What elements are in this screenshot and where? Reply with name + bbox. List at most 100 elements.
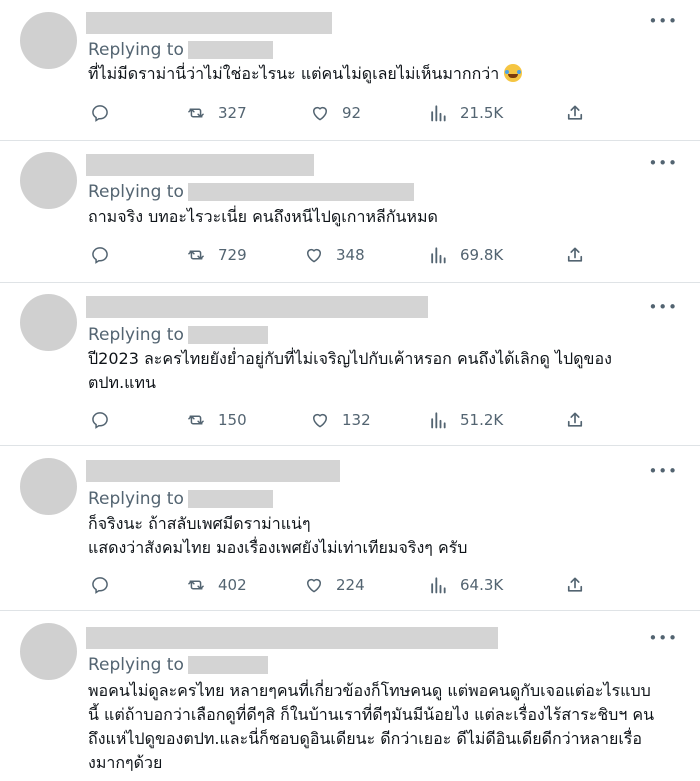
heart-icon (307, 248, 321, 263)
retweet-count: 150 (218, 411, 247, 429)
reply-tweet[interactable]: ••• Replying to พอคนไม่ดูละครไทย หลายๆคน… (0, 611, 700, 781)
share-button[interactable] (565, 103, 585, 123)
reply-icon (92, 105, 108, 122)
retweet-count: 327 (218, 104, 247, 122)
tweet-text-line: พอคนไม่ดูละครไทย หลายๆคนที่เกี่ยวข้องก็โ… (88, 681, 651, 700)
retweet-button[interactable]: 729 (186, 245, 247, 265)
tweet-text-line: ถามจริง บทอะไรวะเนี่ย คนถึงหนีไปดูเกาหลี… (88, 207, 438, 226)
like-count: 348 (336, 246, 365, 264)
like-button[interactable]: 224 (304, 575, 365, 595)
more-options-icon[interactable]: ••• (648, 300, 678, 315)
reply-button[interactable] (90, 575, 122, 595)
share-button[interactable] (565, 245, 585, 265)
like-count: 132 (342, 411, 371, 429)
views-button[interactable]: 51.2K (428, 410, 503, 430)
retweet-count: 402 (218, 576, 247, 594)
view-count: 51.2K (460, 411, 504, 429)
view-count: 64.3K (460, 576, 504, 594)
replying-to-label: Replying to (88, 182, 184, 202)
reply-tweet[interactable]: ••• Replying to ก็จริงนะ ถ้าสลับเพศมีดรา… (0, 446, 700, 611)
tweet-text: ถามจริง บทอะไรวะเนี่ย คนถึงหนีไปดูเกาหลี… (88, 205, 678, 229)
face-with-tears-of-joy-icon (504, 64, 523, 82)
views-button[interactable]: 69.8K (428, 245, 503, 265)
share-upload-icon (567, 577, 583, 592)
retweet-icon (188, 415, 204, 425)
retweet-count: 729 (218, 246, 247, 264)
views-button[interactable]: 21.5K (428, 103, 503, 123)
tweet-text-line: ก็จริงนะ ถ้าสลับเพศมีดราม่าแน่ๆ (88, 514, 311, 533)
action-bar: 729 348 69.8K (90, 245, 590, 267)
like-button[interactable]: 92 (310, 103, 361, 123)
tweet-text-line: ถึงแห่ไปดูของตปท.และนี่ก็ชอบดูอินเดียนะ … (88, 729, 643, 748)
replying-to-label: Replying to (88, 325, 184, 345)
share-upload-icon (567, 412, 583, 427)
view-count: 69.8K (460, 246, 504, 264)
like-button[interactable]: 132 (310, 410, 371, 430)
more-options-icon[interactable]: ••• (648, 156, 678, 171)
action-bar: 402 224 64.3K (90, 575, 590, 597)
redacted-display-name (86, 627, 498, 649)
more-options-icon[interactable]: ••• (648, 14, 678, 29)
reply-button[interactable] (90, 245, 122, 265)
reply-button[interactable] (90, 103, 122, 123)
share-button[interactable] (565, 575, 585, 595)
tweet-text: ปี2023 ละครไทยยังย่ำอยู่กับที่ไม่เจริญไป… (88, 347, 678, 395)
analytics-bar-chart-icon (431, 412, 446, 429)
action-bar: 150 132 51.2K (90, 410, 590, 432)
tweet-text-line: ปี2023 ละครไทยยังย่ำอยู่กับที่ไม่เจริญไป… (88, 349, 612, 368)
tweet-text-line: นี้ แต่ถ้าบอกว่าเลือกดูที่ดีๆสิ ก็ในบ้าน… (88, 705, 655, 724)
reply-feed: ••• Replying to ที่ไม่มีดราม่านี่ว่าไม่ใ… (0, 0, 700, 781)
replying-to-line: Replying to (88, 655, 268, 675)
retweet-button[interactable]: 150 (186, 410, 247, 430)
reply-tweet[interactable]: ••• Replying to ถามจริง บทอะไรวะเนี่ย คน… (0, 141, 700, 283)
avatar[interactable] (20, 294, 77, 351)
more-options-icon[interactable]: ••• (648, 464, 678, 479)
reply-tweet[interactable]: ••• Replying to ที่ไม่มีดราม่านี่ว่าไม่ใ… (0, 0, 700, 141)
replying-to-label: Replying to (88, 655, 184, 675)
redacted-handle[interactable] (187, 41, 273, 59)
redacted-display-name (86, 296, 428, 318)
reply-button[interactable] (90, 410, 122, 430)
heart-icon (307, 578, 321, 593)
like-button[interactable]: 348 (304, 245, 365, 265)
replying-to-label: Replying to (88, 40, 184, 60)
tweet-text-line: งมากๆด้วย (88, 753, 163, 772)
tweet-text: ก็จริงนะ ถ้าสลับเพศมีดราม่าแน่ๆ แสดงว่าส… (88, 512, 678, 560)
retweet-icon (188, 250, 204, 260)
redacted-display-name (86, 12, 332, 34)
retweet-button[interactable]: 327 (186, 103, 247, 123)
reply-tweet[interactable]: ••• Replying to ปี2023 ละครไทยยังย่ำอยู่… (0, 283, 700, 446)
analytics-bar-chart-icon (431, 105, 446, 122)
redacted-handle[interactable] (187, 183, 414, 201)
more-options-icon[interactable]: ••• (648, 631, 678, 646)
avatar[interactable] (20, 12, 77, 69)
tweet-text-line: แสดงว่าสังคมไทย มองเรื่องเพศยังไม่เท่าเท… (88, 538, 468, 557)
retweet-button[interactable]: 402 (186, 575, 247, 595)
redacted-display-name (86, 460, 340, 482)
views-button[interactable]: 64.3K (428, 575, 503, 595)
tweet-text-line: ที่ไม่มีดราม่านี่ว่าไม่ใช่อะไรนะ แต่คนไม… (88, 64, 500, 83)
share-button[interactable] (565, 410, 585, 430)
replying-to-label: Replying to (88, 489, 184, 509)
avatar[interactable] (20, 458, 77, 515)
analytics-bar-chart-icon (431, 577, 446, 594)
share-upload-icon (567, 105, 583, 120)
reply-icon (92, 412, 108, 429)
redacted-handle[interactable] (187, 326, 268, 344)
like-count: 92 (342, 104, 362, 122)
redacted-handle[interactable] (187, 490, 273, 508)
replying-to-line: Replying to (88, 325, 268, 345)
reply-icon (92, 577, 108, 594)
like-count: 224 (336, 576, 365, 594)
share-upload-icon (567, 247, 583, 262)
heart-icon (313, 106, 327, 121)
tweet-text: พอคนไม่ดูละครไทย หลายๆคนที่เกี่ยวข้องก็โ… (88, 679, 678, 775)
redacted-handle[interactable] (187, 656, 268, 674)
redacted-display-name (86, 154, 314, 176)
tweet-text-line: ตปท.แทน (88, 373, 156, 392)
avatar[interactable] (20, 623, 77, 680)
analytics-bar-chart-icon (431, 247, 446, 264)
retweet-icon (188, 580, 204, 590)
reply-icon (92, 247, 108, 264)
avatar[interactable] (20, 152, 77, 209)
